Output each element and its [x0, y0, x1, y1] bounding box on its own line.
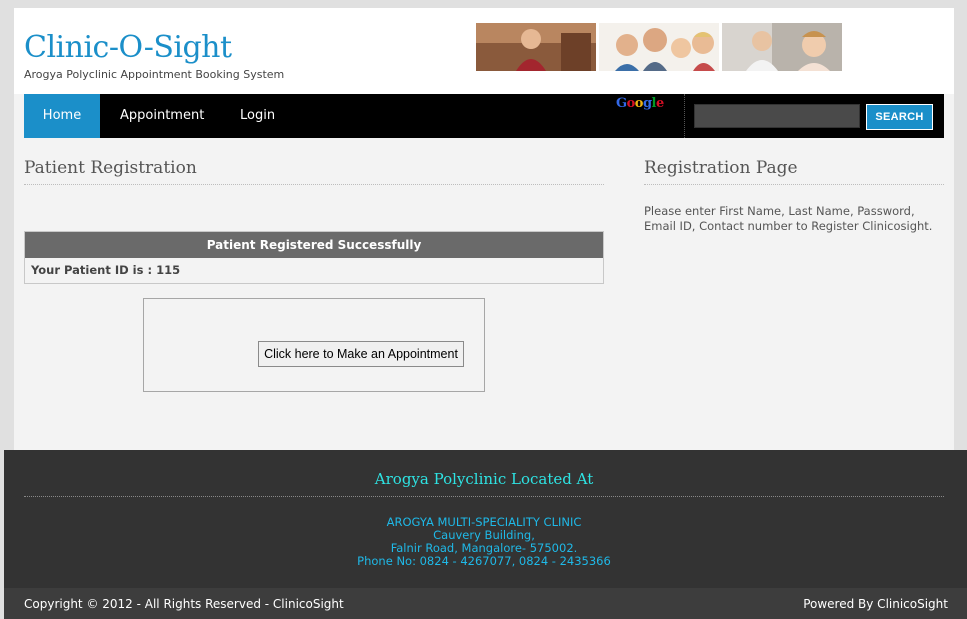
- sidebar-text: Please enter First Name, Last Name, Pass…: [644, 204, 933, 233]
- header-photo-doctor-child: [722, 23, 842, 71]
- search-input[interactable]: [694, 104, 860, 128]
- google-letter-o2: o: [634, 96, 644, 111]
- header-photo-nurse: [476, 23, 596, 71]
- bottom-bar: Copyright © 2012 - All Rights Reserved -…: [4, 588, 967, 619]
- nav-item-home[interactable]: Home: [24, 94, 100, 138]
- google-letter-g2: g: [642, 96, 652, 111]
- main-nav: Home Appointment Login Google SEARCH: [24, 94, 944, 138]
- site-footer: Arogya Polyclinic Located At AROGYA MULT…: [4, 450, 967, 588]
- registration-result-table: Patient Registered Successfully Your Pat…: [24, 231, 604, 284]
- google-letter-o1: o: [626, 96, 636, 111]
- nav-item-login[interactable]: Login: [220, 94, 295, 138]
- appointment-panel: Click here to Make an Appointment: [143, 298, 485, 392]
- google-letter-e: e: [656, 96, 664, 111]
- sidebar-title: Registration Page: [644, 158, 944, 185]
- address-line: Phone No: 0824 - 4267077, 0824 - 2435366: [357, 554, 611, 568]
- footer-address: AROGYA MULTI-SPECIALITY CLINIC Cauvery B…: [24, 516, 944, 568]
- nav-item-appointment[interactable]: Appointment: [100, 94, 224, 138]
- powered-by-text: Powered By ClinicoSight: [803, 597, 948, 611]
- search-button[interactable]: SEARCH: [866, 104, 933, 130]
- patient-id-row: Your Patient ID is : 115: [31, 263, 181, 277]
- content-wrapper: Clinic-O-Sight Arogya Polyclinic Appoint…: [14, 8, 954, 450]
- google-logo: Google: [616, 96, 664, 111]
- google-letter-g: G: [616, 96, 627, 111]
- site-header: Clinic-O-Sight Arogya Polyclinic Appoint…: [14, 8, 954, 94]
- page-title: Patient Registration: [24, 158, 604, 185]
- copyright-text: Copyright © 2012 - All Rights Reserved -…: [24, 597, 344, 611]
- page: Clinic-O-Sight Arogya Polyclinic Appoint…: [4, 0, 967, 619]
- result-header: Patient Registered Successfully: [25, 232, 603, 258]
- site-logo-subtitle: Arogya Polyclinic Appointment Booking Sy…: [24, 68, 285, 81]
- make-appointment-button[interactable]: Click here to Make an Appointment: [258, 341, 464, 367]
- header-photo-family: [599, 23, 719, 71]
- search-box: SEARCH: [684, 94, 944, 138]
- site-logo-title[interactable]: Clinic-O-Sight: [24, 30, 232, 65]
- footer-title: Arogya Polyclinic Located At: [24, 470, 944, 497]
